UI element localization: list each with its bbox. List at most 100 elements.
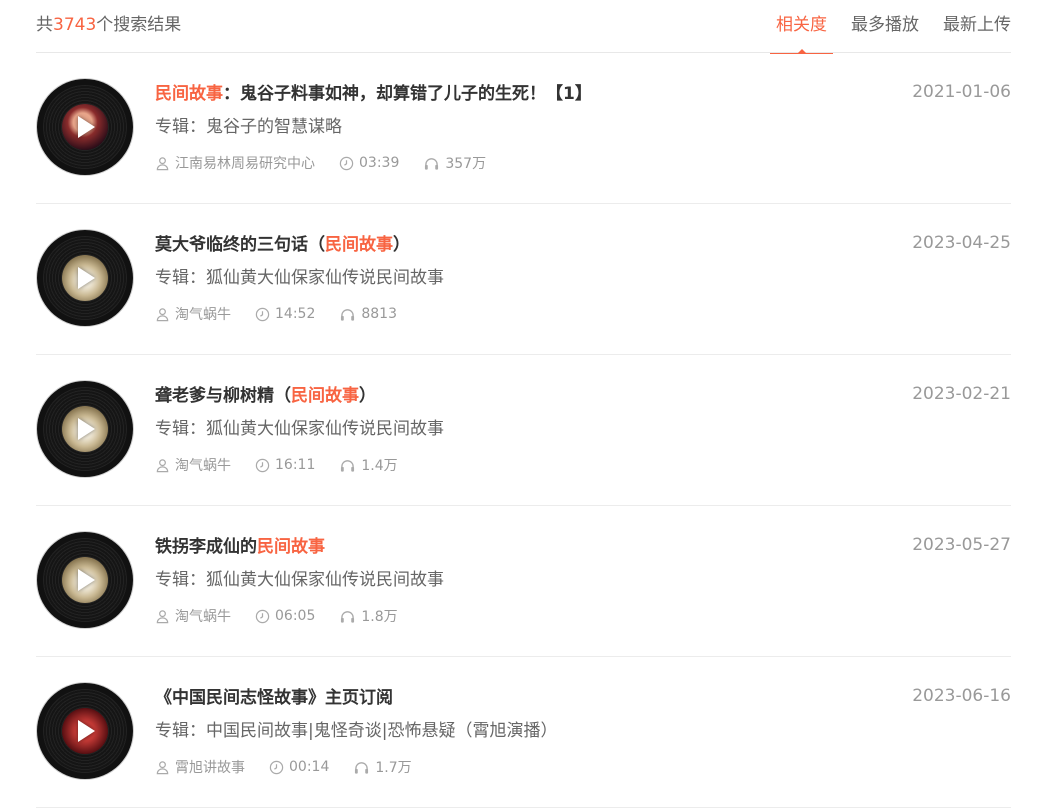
play-icon[interactable] — [78, 116, 95, 138]
count-number: 3743 — [53, 15, 97, 35]
clock-icon — [339, 156, 354, 170]
user-icon — [156, 458, 169, 472]
clock-icon — [255, 307, 270, 321]
play-icon[interactable] — [78, 569, 95, 591]
duration: 16:11 — [275, 457, 316, 473]
duration-group: 03:39 — [339, 155, 399, 171]
upload-date: 2023-02-21 — [912, 384, 1011, 404]
play-icon[interactable] — [78, 267, 95, 289]
clock-icon — [255, 609, 270, 623]
author-name[interactable]: 江南易林周易研究中心 — [175, 153, 315, 173]
plays-group: 1.7万 — [353, 757, 412, 777]
duration: 00:14 — [289, 759, 330, 775]
album-link[interactable]: 专辑：狐仙黄大仙保家仙传说民间故事 — [155, 263, 444, 288]
headphones-icon — [341, 459, 355, 472]
track-cover[interactable] — [37, 532, 133, 628]
track-meta: 江南易林周易研究中心 03:39 357万 — [155, 153, 510, 173]
title-text: 铁拐李成仙的 — [155, 537, 257, 557]
headphones-icon — [355, 761, 369, 774]
user-icon — [156, 760, 169, 774]
album-link[interactable]: 专辑：狐仙黄大仙保家仙传说民间故事 — [155, 414, 444, 439]
track-cover[interactable] — [37, 683, 133, 779]
duration-group: 06:05 — [255, 608, 315, 624]
user-icon — [156, 609, 169, 623]
track-title[interactable]: 聋老爹与柳树精（民间故事） — [155, 381, 376, 406]
author-group: 江南易林周易研究中心 — [155, 153, 315, 173]
author-group: 淘气蜗牛 — [155, 606, 231, 626]
result-item: 聋老爹与柳树精（民间故事） 专辑：狐仙黄大仙保家仙传说民间故事 淘气蜗牛 16:… — [36, 355, 1011, 506]
duration-group: 00:14 — [269, 759, 329, 775]
duration-group: 16:11 — [255, 457, 315, 473]
user-icon — [156, 307, 169, 321]
headphones-icon — [341, 308, 355, 321]
upload-date: 2023-05-27 — [912, 535, 1011, 555]
sort-tab-relevance[interactable]: 相关度 — [770, 10, 833, 54]
play-count: 1.8万 — [361, 609, 398, 625]
clock-icon — [255, 458, 270, 472]
sort-tab-most-played[interactable]: 最多播放 — [851, 10, 919, 54]
result-list: 民间故事：鬼谷子料事如神，却算错了儿子的生死！【1】 专辑：鬼谷子的智慧谋略 江… — [36, 53, 1011, 808]
track-meta: 淘气蜗牛 14:52 8813 — [155, 304, 421, 324]
track-meta: 霄旭讲故事 00:14 1.7万 — [155, 757, 436, 777]
track-meta: 淘气蜗牛 16:11 1.4万 — [155, 455, 422, 475]
user-icon — [156, 156, 169, 170]
plays-group: 8813 — [339, 306, 397, 322]
upload-date: 2023-04-25 — [912, 233, 1011, 253]
play-count: 1.4万 — [361, 458, 398, 474]
author-group: 淘气蜗牛 — [155, 455, 231, 475]
sort-tab-newest[interactable]: 最新上传 — [943, 10, 1011, 54]
title-highlight: 民间故事 — [291, 386, 359, 406]
count-prefix: 共 — [36, 15, 53, 35]
author-group: 淘气蜗牛 — [155, 304, 231, 324]
track-title[interactable]: 《中国民间志怪故事》主页订阅 — [155, 683, 393, 708]
result-item: 铁拐李成仙的民间故事 专辑：狐仙黄大仙保家仙传说民间故事 淘气蜗牛 06:05 … — [36, 506, 1011, 657]
title-highlight: 民间故事 — [325, 235, 393, 255]
author-name[interactable]: 淘气蜗牛 — [175, 606, 231, 626]
headphones-icon — [425, 157, 439, 170]
title-text: ） — [359, 386, 376, 406]
track-meta: 淘气蜗牛 06:05 1.8万 — [155, 606, 422, 626]
author-name[interactable]: 淘气蜗牛 — [175, 304, 231, 324]
track-cover[interactable] — [37, 230, 133, 326]
track-title[interactable]: 莫大爷临终的三句话（民间故事） — [155, 230, 410, 255]
track-title[interactable]: 铁拐李成仙的民间故事 — [155, 532, 325, 557]
track-cover[interactable] — [37, 79, 133, 175]
result-item: 莫大爷临终的三句话（民间故事） 专辑：狐仙黄大仙保家仙传说民间故事 淘气蜗牛 1… — [36, 204, 1011, 355]
album-link[interactable]: 专辑：中国民间故事|鬼怪奇谈|恐怖悬疑（霄旭演播） — [155, 716, 557, 741]
title-text: ） — [393, 235, 410, 255]
play-icon[interactable] — [78, 418, 95, 440]
track-cover[interactable] — [37, 381, 133, 477]
headphones-icon — [341, 610, 355, 623]
results-header: 共3743个搜索结果 相关度 最多播放 最新上传 — [36, 0, 1011, 54]
track-title[interactable]: 民间故事：鬼谷子料事如神，却算错了儿子的生死！【1】 — [155, 79, 592, 104]
title-highlight: 民间故事 — [155, 84, 223, 104]
duration: 03:39 — [359, 155, 400, 171]
author-name[interactable]: 淘气蜗牛 — [175, 455, 231, 475]
title-text: 聋老爹与柳树精（ — [155, 386, 291, 406]
title-highlight: 民间故事 — [257, 537, 325, 557]
author-name[interactable]: 霄旭讲故事 — [175, 757, 245, 777]
play-icon[interactable] — [78, 720, 95, 742]
count-suffix: 个搜索结果 — [96, 15, 182, 35]
duration-group: 14:52 — [255, 306, 315, 322]
sort-tabs: 相关度 最多播放 最新上传 — [752, 10, 1011, 54]
upload-date: 2023-06-16 — [912, 686, 1011, 706]
title-text: 莫大爷临终的三句话（ — [155, 235, 325, 255]
duration: 14:52 — [275, 306, 316, 322]
play-count: 8813 — [361, 306, 397, 322]
album-link[interactable]: 专辑：狐仙黄大仙保家仙传说民间故事 — [155, 565, 444, 590]
title-text: 《中国民间志怪故事》主页订阅 — [155, 688, 393, 708]
plays-group: 1.4万 — [339, 455, 398, 475]
plays-group: 1.8万 — [339, 606, 398, 626]
duration: 06:05 — [275, 608, 316, 624]
result-item: 民间故事：鬼谷子料事如神，却算错了儿子的生死！【1】 专辑：鬼谷子的智慧谋略 江… — [36, 53, 1011, 204]
result-item: 《中国民间志怪故事》主页订阅 专辑：中国民间故事|鬼怪奇谈|恐怖悬疑（霄旭演播）… — [36, 657, 1011, 808]
plays-group: 357万 — [423, 153, 486, 173]
author-group: 霄旭讲故事 — [155, 757, 245, 777]
title-text: ：鬼谷子料事如神，却算错了儿子的生死！【1】 — [223, 84, 592, 104]
play-count: 1.7万 — [375, 760, 412, 776]
result-count: 共3743个搜索结果 — [36, 10, 181, 35]
clock-icon — [269, 760, 284, 774]
album-link[interactable]: 专辑：鬼谷子的智慧谋略 — [155, 112, 342, 137]
play-count: 357万 — [445, 156, 487, 172]
